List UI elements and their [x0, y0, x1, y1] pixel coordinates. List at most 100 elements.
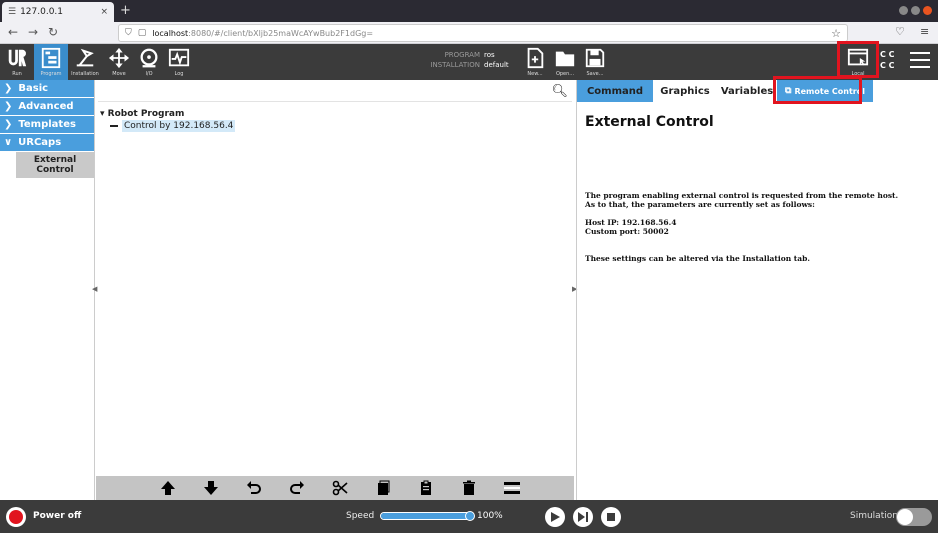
simulation-toggle[interactable]	[896, 508, 932, 526]
installation-icon	[76, 48, 94, 67]
sidebar-item-templates[interactable]: ❯ Templates	[0, 116, 94, 133]
move-up-button[interactable]	[146, 478, 189, 498]
chevron-right-icon: ❯	[4, 101, 13, 112]
step-button[interactable]	[573, 507, 593, 527]
program-name: ros	[484, 51, 495, 59]
tree-node-label: Control by 192.168.56.4	[122, 120, 236, 132]
left-splitter-handle[interactable]: ◀	[92, 285, 97, 293]
copy-icon	[377, 480, 389, 495]
log-button[interactable]: Log	[162, 44, 196, 80]
io-label: I/O	[145, 71, 153, 77]
program-toolbar	[96, 476, 574, 500]
custom-port-value: Custom port: 50002	[585, 227, 669, 236]
new-file-icon	[527, 47, 544, 69]
speed-label: Speed	[346, 511, 375, 521]
chevron-right-icon: ❯	[4, 83, 13, 94]
installation-name: default	[484, 61, 509, 69]
simulation-label: Simulation	[850, 511, 898, 521]
log-icon	[168, 48, 190, 67]
sidebar-item-label: Basic	[18, 83, 49, 94]
forward-arrow-icon[interactable]: →	[28, 25, 38, 39]
power-status-icon	[9, 510, 23, 524]
speed-slider[interactable]	[380, 511, 475, 521]
stop-icon	[607, 513, 615, 521]
copy-button[interactable]	[361, 478, 404, 498]
io-icon	[140, 48, 158, 68]
simulation-toggle-knob	[897, 509, 913, 525]
paste-button[interactable]	[404, 478, 447, 498]
new-file-button[interactable]: New...	[520, 44, 550, 80]
log-label: Log	[174, 71, 184, 77]
browser-menu-icon[interactable]: ≡	[920, 25, 929, 38]
installation-button[interactable]: Installation	[68, 44, 102, 80]
minimize-icon[interactable]	[899, 6, 908, 15]
search-icon[interactable]: 🔍︎	[551, 84, 568, 99]
sidebar-item-external-control[interactable]: External Control	[16, 152, 94, 178]
url-path: :8080/#/client/bXljb25maWcAYwBub2F1dGg=	[188, 28, 374, 38]
hamburger-menu-icon[interactable]	[910, 52, 930, 73]
node-detail-panel: Command Graphics Variables ⧉ Remote Cont…	[576, 80, 938, 500]
back-arrow-icon[interactable]: ←	[8, 25, 18, 39]
undo-button[interactable]	[232, 478, 275, 498]
play-button[interactable]	[545, 507, 565, 527]
cc-line-1: C C	[880, 50, 895, 59]
window-controls	[899, 6, 932, 15]
move-up-icon	[160, 481, 175, 495]
move-button[interactable]: Move	[102, 44, 136, 80]
delete-icon	[462, 480, 475, 495]
run-label: Run	[12, 71, 22, 77]
sidebar-item-urcaps[interactable]: ∨ URCaps	[0, 134, 94, 151]
tree-node-control[interactable]: Control by 192.168.56.4	[110, 120, 236, 132]
power-button[interactable]	[6, 507, 26, 527]
redo-button[interactable]	[275, 478, 318, 498]
redo-icon	[289, 481, 304, 494]
reload-icon[interactable]: ↻	[48, 25, 58, 39]
cc-line-2: C C	[880, 61, 895, 70]
node-description: The program enabling external control is…	[585, 191, 898, 272]
chevron-right-icon: ❯	[4, 119, 13, 130]
paste-icon	[420, 480, 431, 495]
program-field-label: PROGRAM	[444, 51, 480, 59]
power-status-label[interactable]: Power off	[33, 511, 81, 521]
save-file-label: Save...	[586, 71, 604, 77]
tab-command[interactable]: Command	[577, 80, 653, 102]
sidebar-item-label: Advanced	[18, 101, 74, 112]
maximize-icon[interactable]	[911, 6, 920, 15]
installation-field-label: INSTALLATION	[430, 61, 480, 69]
app-header: Run Program Installation Move I/O Log PR…	[0, 44, 938, 80]
run-button[interactable]: Run	[0, 44, 34, 80]
tab-favicon-icon: ☰	[8, 7, 17, 17]
program-tree-panel: 🔍︎ ▾ Robot Program Control by 192.168.56…	[96, 80, 574, 500]
move-down-icon	[203, 481, 218, 495]
browser-tab-bar: ☰ 127.0.0.1 × +	[0, 0, 938, 22]
sidebar-item-advanced[interactable]: ❯ Advanced	[0, 98, 94, 115]
suppress-button[interactable]	[490, 478, 533, 498]
cut-button[interactable]	[318, 478, 361, 498]
shield-icon: ⛉	[125, 28, 132, 38]
settings-note: These settings can be altered via the In…	[585, 254, 810, 263]
bookmark-star-icon[interactable]: ☆	[831, 27, 841, 40]
tab-graphics[interactable]: Graphics	[653, 80, 717, 102]
sidebar-item-basic[interactable]: ❯ Basic	[0, 80, 94, 97]
program-search-bar[interactable]: 🔍︎	[98, 82, 572, 102]
stop-button[interactable]	[601, 507, 621, 527]
new-tab-button[interactable]: +	[120, 3, 131, 18]
open-file-button[interactable]: Open...	[550, 44, 580, 80]
tab-title: 127.0.0.1	[20, 7, 64, 17]
save-file-button[interactable]: Save...	[580, 44, 610, 80]
url-bar[interactable]: ⛉ ▢ localhost :8080/#/client/bXljb25maWc…	[118, 24, 848, 42]
description-line-2: As to that, the parameters are currently…	[585, 200, 815, 209]
tab-close-icon[interactable]: ×	[100, 7, 108, 17]
tab-variables[interactable]: Variables	[717, 80, 777, 102]
delete-button[interactable]	[447, 478, 490, 498]
program-button[interactable]: Program	[34, 44, 68, 80]
tree-root[interactable]: ▾ Robot Program	[100, 108, 235, 120]
program-sidebar: ❯ Basic ❯ Advanced ❯ Templates ∨ URCaps Exte…	[0, 80, 95, 500]
io-button[interactable]: I/O	[132, 44, 166, 80]
pocket-icon[interactable]: ♡	[895, 25, 905, 38]
chevron-down-icon: ∨	[4, 137, 13, 148]
close-window-icon[interactable]	[923, 6, 932, 15]
move-down-button[interactable]	[189, 478, 232, 498]
browser-tab[interactable]: ☰ 127.0.0.1 ×	[2, 2, 114, 22]
speed-slider-knob[interactable]	[465, 511, 475, 521]
